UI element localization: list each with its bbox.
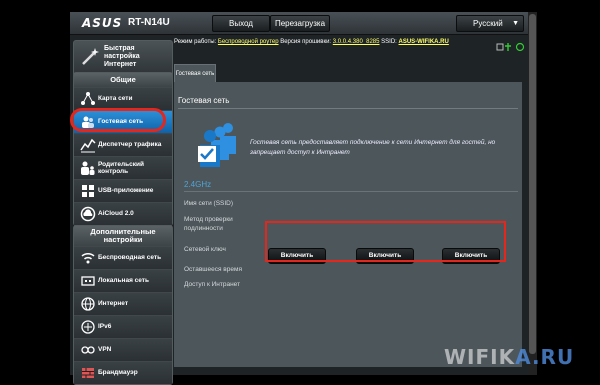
guest-network-illustration-icon [198,123,236,167]
page-title: Гостевая сеть [178,96,230,105]
logout-button[interactable]: Выход [212,15,270,32]
tab-guest-network[interactable]: Гостевая сеть [174,64,216,83]
general-header: Общие [74,73,172,87]
highlight-enable-buttons [265,221,506,262]
language-label: Русский [473,19,503,28]
top-bar: ASUS RT-N14U Выход Перезагрузка Русский … [70,12,528,35]
sidebar-item-traffic-manager[interactable]: Диспетчер трафика [74,133,172,156]
usb-app-icon [82,185,94,197]
internet-icon [81,297,95,311]
sidebar-item-label: Карта сети [98,95,133,103]
tab-bar: Гостевая сеть [174,56,528,83]
sidebar-item-vpn[interactable]: VPN [74,338,172,361]
chevron-down-icon: ▼ [512,20,519,27]
wireless-icon [81,252,95,264]
highlight-guest-network-menu [70,108,166,132]
general-section: Общие Карта сети Гостевая сеть Диспетчер… [73,72,173,226]
field-auth-method-label: Метод проверки подлинности [184,216,233,232]
band-divider [184,191,518,192]
sidebar-item-label: VPN [98,346,112,354]
parental-control-icon [81,161,95,175]
sidebar-item-network-map[interactable]: Карта сети [74,87,172,110]
usb-status-icon[interactable] [505,43,511,51]
ssid-link[interactable]: ASUS-WIFIKA.RU [399,39,449,45]
field-intranet-access-label: Доступ к Интранет [184,281,241,288]
advanced-section: Дополнительные настройки Беспроводная се… [73,225,173,385]
ssid-label: SSID: [381,39,397,45]
firmware-link[interactable]: 3.0.0.4.380_8285 [333,39,380,45]
sidebar-item-label: Интернет [98,300,129,308]
reboot-button[interactable]: Перезагрузка [270,15,330,32]
scrollbar-thumb[interactable] [529,14,536,354]
sidebar-item-lan[interactable]: Локальная сеть [74,269,172,292]
field-network-key-label: Сетевой ключ [184,246,226,253]
status-line: Режим работы: Беспроводной роутер Версия… [174,39,528,53]
network-map-icon [81,92,95,105]
wand-icon [82,48,99,65]
page-scrollbar[interactable] [528,12,537,375]
ipv6-icon [81,320,95,334]
traffic-manager-icon [80,138,96,153]
sidebar-item-internet[interactable]: Интернет [74,292,172,315]
sidebar-item-label: Брандмауэр [98,369,138,377]
firewall-icon [82,368,94,378]
guest-network-description: Гостевая сеть предоставляет подключение … [250,139,496,156]
network-status-icon[interactable] [496,43,504,51]
sidebar-item-wireless[interactable]: Беспроводная сеть [74,246,172,269]
sidebar-item-label: IPv6 [98,323,112,331]
sidebar-item-usb-app[interactable]: USB-приложение [74,179,172,202]
advanced-header: Дополнительные настройки [74,226,172,246]
watermark-part2: A.RU [515,345,575,369]
language-select[interactable]: Русский ▼ [456,15,524,32]
sidebar-item-label: Беспроводная сеть [98,254,162,262]
sidebar-item-parental-control[interactable]: Родительский контроль [74,156,172,179]
sidebar-item-label: AiCloud 2.0 [98,210,134,218]
watermark: WIFIKA.RU [444,345,574,369]
status-icons [496,39,526,52]
router-admin-page: ASUS RT-N14U Выход Перезагрузка Русский … [70,12,528,385]
brand-logo: ASUS [82,16,123,30]
share-status-icon[interactable] [515,42,525,52]
aicloud-icon [80,206,96,222]
mode-label: Режим работы: [174,39,217,45]
band-label: 2.4GHz [184,180,212,189]
watermark-part1: WIFIK [444,345,516,369]
sidebar-item-aicloud[interactable]: AiCloud 2.0 [74,202,172,225]
field-remaining-time-label: Оставшееся время [184,266,242,273]
lan-icon [81,276,95,286]
sidebar-item-label: Локальная сеть [98,277,149,285]
firmware-label: Версия прошивки: [280,39,332,45]
sidebar-item-label: Родительский контроль [98,160,144,176]
title-divider [178,108,518,109]
sidebar-item-firewall[interactable]: Брандмауэр [74,361,172,384]
mode-link[interactable]: Беспроводной роутер [218,39,279,45]
sidebar-item-label: Диспетчер трафика [98,141,162,149]
field-ssid-label: Имя сети (SSID) [184,200,234,207]
quick-setup-label: Быстрая настройка Интернет [104,45,140,68]
sidebar-item-ipv6[interactable]: IPv6 [74,315,172,338]
vpn-icon [81,346,95,354]
sidebar-item-label: USB-приложение [98,187,154,195]
model-name: RT-N14U [128,17,170,28]
